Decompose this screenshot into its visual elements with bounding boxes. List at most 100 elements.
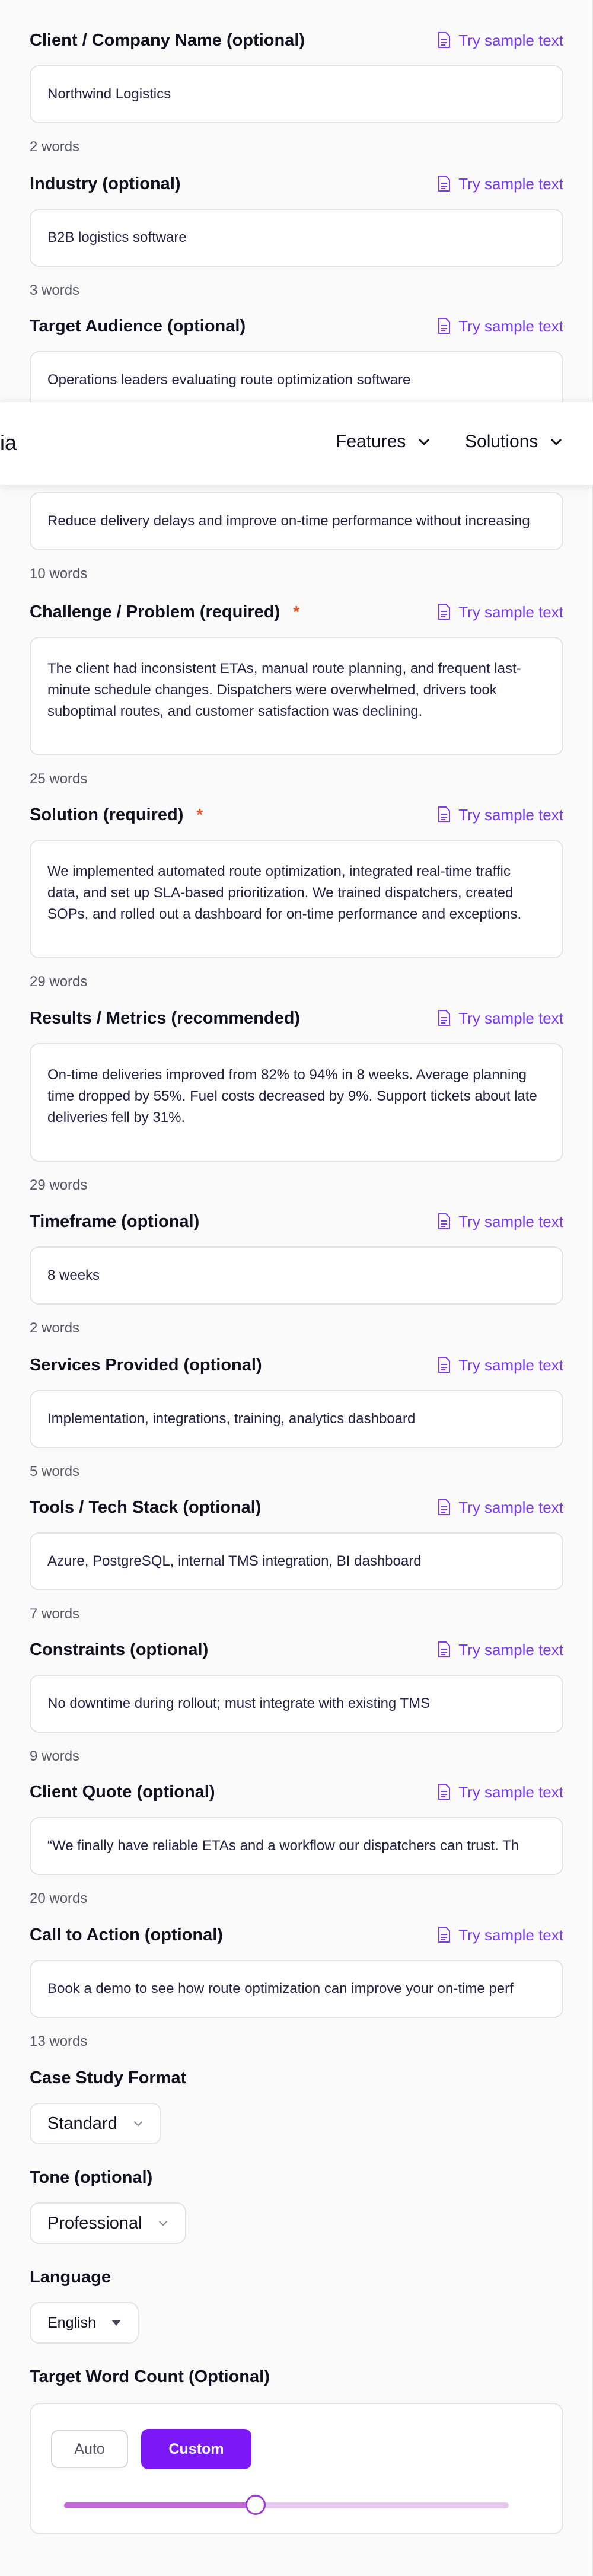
try-sample-text-link[interactable]: Try sample text	[437, 1641, 563, 1659]
field-client-quote: Client Quote (optional) Try sample text …	[30, 1780, 563, 1907]
word-count: 20 words	[30, 1890, 88, 1907]
field-label: Client / Company Name (optional)	[30, 30, 305, 50]
document-icon	[438, 1927, 451, 1943]
chevron-down-icon	[419, 438, 430, 446]
slider-fill	[64, 2502, 256, 2508]
call-to-action-input[interactable]: Book a demo to see how route optimizatio…	[30, 1960, 563, 2018]
try-sample-label: Try sample text	[458, 1498, 563, 1516]
logo-fragment[interactable]: ia	[0, 431, 17, 455]
try-sample-label: Try sample text	[458, 602, 563, 621]
language-field: Language English	[30, 2265, 563, 2344]
language-select[interactable]: English	[30, 2302, 139, 2344]
document-icon	[438, 1499, 451, 1515]
field-target-audience: Target Audience (optional) Try sample te…	[30, 314, 563, 409]
field-label: Case Study Format	[30, 2068, 187, 2087]
field-services: Services Provided (optional) Try sample …	[30, 1353, 563, 1480]
tech-stack-input[interactable]: Azure, PostgreSQL, internal TMS integrat…	[30, 1532, 563, 1590]
field-label-wrap: Solution (required) *	[30, 805, 203, 825]
try-sample-label: Try sample text	[458, 1009, 563, 1027]
document-icon	[438, 604, 451, 620]
try-sample-text-link[interactable]: Try sample text	[437, 603, 563, 621]
word-count: 7 words	[30, 1606, 80, 1622]
field-solution: Solution (required) * Try sample text We …	[30, 803, 563, 990]
try-sample-label: Try sample text	[458, 174, 563, 193]
timeframe-input[interactable]: 8 weeks	[30, 1246, 563, 1305]
field-challenge: Challenge / Problem (required) * Try samp…	[30, 600, 563, 788]
document-icon	[438, 1213, 451, 1229]
required-marker: *	[293, 602, 300, 621]
target-audience-input[interactable]: Operations leaders evaluating route opti…	[30, 351, 563, 409]
nav-solutions-label: Solutions	[465, 432, 538, 451]
field-client-name: Client / Company Name (optional) Try sam…	[30, 28, 563, 155]
document-icon	[438, 1010, 451, 1026]
try-sample-label: Try sample text	[458, 1783, 563, 1801]
auto-button[interactable]: Auto	[51, 2430, 128, 2468]
chevron-down-icon	[158, 2221, 167, 2226]
field-tech-stack: Tools / Tech Stack (optional) Try sample…	[30, 1496, 563, 1622]
format-select[interactable]: Standard	[30, 2103, 161, 2144]
try-sample-text-link[interactable]: Try sample text	[437, 1213, 563, 1231]
try-sample-text-link[interactable]: Try sample text	[437, 1499, 563, 1517]
client-quote-input[interactable]: “We finally have reliable ETAs and a wor…	[30, 1817, 563, 1875]
nav-features[interactable]: Features	[336, 432, 431, 452]
document-icon	[438, 1641, 451, 1657]
field-label: Language	[30, 2267, 111, 2287]
try-sample-label: Try sample text	[458, 31, 563, 49]
document-icon	[438, 176, 451, 192]
word-count-field: Target Word Count (Optional) Auto Custom	[30, 2365, 563, 2534]
goal-input[interactable]: Reduce delivery delays and improve on-ti…	[30, 492, 563, 550]
field-label: Solution (required)	[30, 805, 184, 824]
document-icon	[438, 32, 451, 48]
field-label: Constraints (optional)	[30, 1640, 209, 1659]
try-sample-text-link[interactable]: Try sample text	[437, 1926, 563, 1944]
word-count-slider[interactable]	[64, 2495, 509, 2515]
nav-solutions[interactable]: Solutions	[465, 432, 563, 452]
field-industry: Industry (optional) Try sample text B2B …	[30, 172, 563, 299]
try-sample-text-link[interactable]: Try sample text	[437, 1356, 563, 1375]
client-name-input[interactable]: Northwind Logistics	[30, 65, 563, 123]
try-sample-label: Try sample text	[458, 317, 563, 335]
word-count: 25 words	[30, 771, 88, 787]
constraints-input[interactable]: No downtime during rollout; must integra…	[30, 1675, 563, 1733]
chevron-down-icon	[551, 438, 562, 446]
format-select-value: Standard	[47, 2113, 117, 2133]
document-icon	[438, 1357, 451, 1373]
field-constraints: Constraints (optional) Try sample text N…	[30, 1638, 563, 1765]
word-count: 2 words	[30, 139, 80, 155]
document-icon	[438, 318, 451, 334]
nav-features-label: Features	[336, 432, 406, 451]
try-sample-text-link[interactable]: Try sample text	[437, 1009, 563, 1028]
word-count: 29 words	[30, 974, 88, 990]
tone-select-value: Professional	[47, 2213, 142, 2233]
word-count: 2 words	[30, 1320, 80, 1336]
try-sample-label: Try sample text	[458, 805, 563, 824]
field-label: Services Provided (optional)	[30, 1355, 262, 1375]
field-label: Timeframe (optional)	[30, 1212, 200, 1231]
try-sample-text-link[interactable]: Try sample text	[437, 317, 563, 336]
top-navbar: ia Features Solutions	[0, 402, 593, 485]
field-label: Target Word Count (Optional)	[30, 2367, 270, 2386]
custom-button[interactable]: Custom	[141, 2429, 251, 2469]
field-label-wrap: Challenge / Problem (required) *	[30, 602, 299, 622]
word-count: 13 words	[30, 2033, 88, 2049]
try-sample-label: Try sample text	[458, 1212, 563, 1230]
field-call-to-action: Call to Action (optional) Try sample tex…	[30, 1923, 563, 2050]
try-sample-text-link[interactable]: Try sample text	[437, 1783, 563, 1802]
word-count: 5 words	[30, 1464, 80, 1480]
try-sample-text-link[interactable]: Try sample text	[437, 31, 563, 50]
field-label: Target Audience (optional)	[30, 316, 246, 336]
try-sample-text-link[interactable]: Try sample text	[437, 175, 563, 193]
caret-down-icon	[111, 2320, 121, 2326]
industry-input[interactable]: B2B logistics software	[30, 209, 563, 267]
services-input[interactable]: Implementation, integrations, training, …	[30, 1390, 563, 1448]
slider-thumb[interactable]	[245, 2495, 266, 2515]
try-sample-text-link[interactable]: Try sample text	[437, 806, 563, 824]
challenge-textarea[interactable]: The client had inconsistent ETAs, manual…	[30, 637, 563, 755]
solution-textarea[interactable]: We implemented automated route optimizat…	[30, 840, 563, 958]
field-label: Call to Action (optional)	[30, 1925, 223, 1944]
results-textarea[interactable]: On-time deliveries improved from 82% to …	[30, 1043, 563, 1162]
field-label: Challenge / Problem (required)	[30, 602, 280, 621]
word-count: 9 words	[30, 1748, 80, 1764]
field-label: Tools / Tech Stack (optional)	[30, 1497, 262, 1517]
tone-select[interactable]: Professional	[30, 2202, 186, 2244]
